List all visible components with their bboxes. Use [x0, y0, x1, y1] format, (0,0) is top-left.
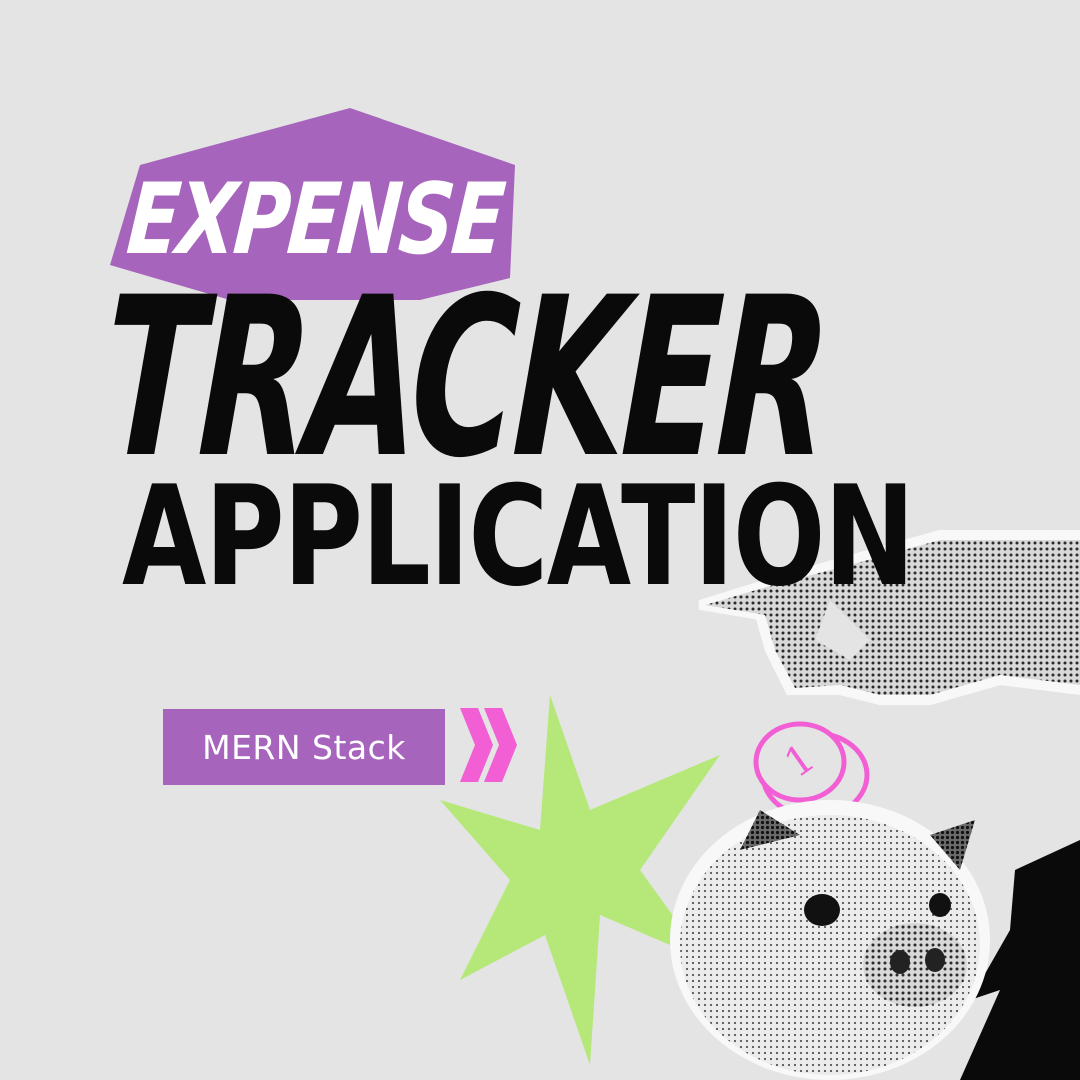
- piggy-bank-illustration: [670, 800, 990, 1080]
- title-application: APPLICATION: [122, 456, 915, 617]
- double-chevron-right-icon: [460, 708, 517, 782]
- mern-stack-badge: MERN Stack: [163, 709, 445, 785]
- title-tracker: TRACKER: [99, 250, 832, 506]
